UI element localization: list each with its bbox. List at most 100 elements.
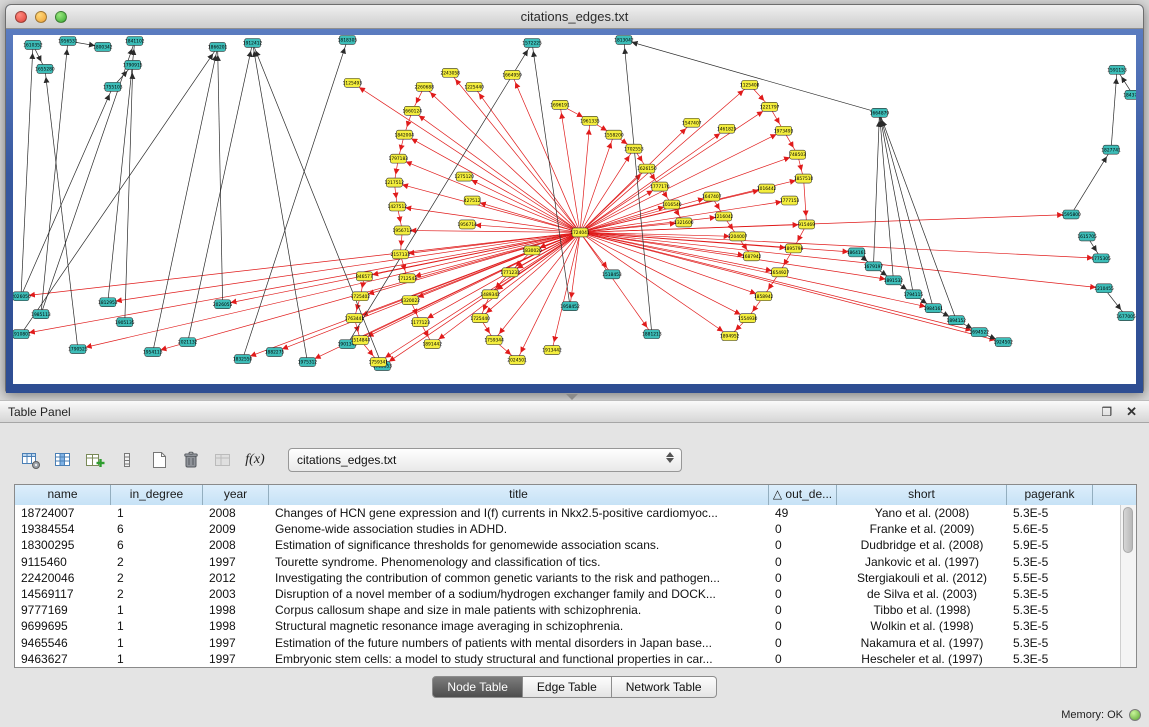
network-node[interactable]: 1547407 (682, 118, 702, 127)
column-header-name[interactable]: name (15, 485, 111, 505)
network-node[interactable]: 2157133 (391, 250, 411, 259)
network-node[interactable]: 1777153 (780, 196, 800, 205)
network-node[interactable]: 1924502 (993, 338, 1013, 347)
network-node[interactable]: 1724041 (570, 228, 590, 237)
network-node[interactable]: 1961335 (580, 116, 600, 125)
function-builder-button[interactable]: f(x) (242, 448, 268, 472)
table-row[interactable]: 977716911998Corpus callosum shape and si… (15, 602, 1121, 618)
network-node[interactable]: 1518453 (602, 270, 622, 279)
network-node[interactable]: 1891442 (422, 340, 442, 349)
network-node[interactable]: 1827741 (1101, 145, 1121, 154)
network-node[interactable]: 1514844 (351, 336, 371, 345)
network-node[interactable]: 2024501 (507, 356, 527, 365)
network-node[interactable]: 1771233 (500, 268, 520, 277)
network-node[interactable]: 1664879 (870, 108, 890, 117)
new-table-button[interactable] (146, 448, 172, 472)
table-row[interactable]: 969969511998Structural magnetic resonanc… (15, 618, 1121, 634)
network-node[interactable]: 1755103 (103, 82, 123, 91)
network-node[interactable]: 1956531 (58, 36, 78, 45)
network-node[interactable]: 1956713 (393, 226, 413, 235)
network-node[interactable]: 2243058 (440, 68, 460, 77)
network-node[interactable]: 1956714 (457, 220, 477, 229)
network-node[interactable]: 1615705 (1077, 232, 1097, 241)
network-node[interactable]: 1858942 (754, 292, 774, 301)
network-node[interactable]: 1664959 (502, 70, 522, 79)
network-node[interactable]: 1905135 (115, 318, 135, 327)
network-node[interactable]: 946577 (356, 272, 373, 281)
network-node[interactable]: 1725440 (470, 314, 490, 323)
scrollbar-thumb[interactable] (1123, 507, 1133, 553)
network-node[interactable]: 1217512 (385, 178, 405, 187)
network-node[interactable]: 1910801 (13, 330, 31, 339)
network-node[interactable]: 2021132 (178, 338, 198, 347)
network-node[interactable]: 427512 (464, 196, 481, 205)
network-node[interactable]: 1895794 (784, 244, 804, 253)
network-node[interactable]: 1679197 (864, 262, 884, 271)
network-node[interactable]: 1763441 (345, 314, 365, 323)
network-node[interactable]: 1610352 (23, 40, 43, 49)
delete-column-button[interactable] (114, 448, 140, 472)
network-node[interactable]: 1894952 (720, 332, 740, 341)
network-node[interactable]: 1794115 (904, 290, 924, 299)
table-row[interactable]: 946554611997Estimation of the future num… (15, 635, 1121, 651)
network-node[interactable]: 1954113 (143, 348, 163, 357)
network-node[interactable]: 2026050 (13, 292, 31, 301)
network-node[interactable]: 2026055 (213, 300, 233, 309)
network-node[interactable]: 1759344 (484, 336, 504, 345)
network-canvas[interactable]: 1610352195653118003421790915165528018662… (13, 35, 1136, 384)
table-row[interactable]: 1872400712008Changes of HCN gene express… (15, 505, 1121, 521)
table-row[interactable]: 2242004622012Investigating the contribut… (15, 570, 1121, 586)
network-node[interactable]: 1984161 (924, 304, 944, 313)
column-header-pagerank[interactable]: pagerank (1007, 485, 1093, 505)
column-header-year[interactable]: year (203, 485, 269, 505)
network-node[interactable]: 1790525 (68, 345, 88, 354)
network-node[interactable]: 1654927 (770, 268, 790, 277)
network-node[interactable]: 1677005 (1116, 312, 1136, 321)
network-node[interactable]: 1655280 (35, 64, 55, 73)
table-vertical-scrollbar[interactable] (1120, 505, 1136, 667)
network-node[interactable]: 1891532 (884, 276, 904, 285)
network-node[interactable]: 1712543 (398, 274, 418, 283)
network-node[interactable]: 1647407 (702, 192, 722, 201)
network-node[interactable]: 1321600 (674, 218, 694, 227)
network-node[interactable]: 1125493 (343, 78, 363, 87)
network-node[interactable]: 1225440 (464, 82, 484, 91)
network-node[interactable]: 1759341 (369, 358, 389, 367)
network-node[interactable]: 1489342 (480, 290, 500, 299)
network-node[interactable]: 1016442 (757, 184, 777, 193)
network-node[interactable]: 1800342 (93, 42, 113, 51)
network-node[interactable]: 1775305 (1091, 254, 1111, 263)
network-node[interactable]: 1177123 (411, 318, 431, 327)
network-node[interactable]: 1830020 (522, 246, 542, 255)
network-node[interactable]: 1812953 (98, 298, 118, 307)
column-header-out_de[interactable]: △ out_de... (769, 485, 837, 505)
network-node[interactable]: 1881213 (642, 330, 662, 339)
network-node[interactable]: 748503 (789, 150, 806, 159)
table-row[interactable]: 1456911722003Disruption of a novel membe… (15, 586, 1121, 602)
network-node[interactable]: 1572225 (522, 38, 542, 47)
import-table-button[interactable] (210, 448, 236, 472)
create-column-button[interactable] (82, 448, 108, 472)
network-node[interactable]: 1320022 (401, 296, 421, 305)
tab-node-table[interactable]: Node Table (432, 676, 523, 698)
network-node[interactable]: 1866201 (208, 42, 228, 51)
network-node[interactable]: 1461823 (717, 124, 737, 133)
tab-edge-table[interactable]: Edge Table (523, 676, 612, 698)
column-header-title[interactable]: title (269, 485, 769, 505)
network-node[interactable]: 1842004 (395, 130, 415, 139)
table-row[interactable]: 1938455462009Genome-wide association stu… (15, 521, 1121, 537)
network-node[interactable]: 1694522 (970, 328, 990, 337)
network-node[interactable]: 1595800 (1061, 210, 1081, 219)
table-row[interactable]: 911546021997Tourette syndrome. Phenomeno… (15, 554, 1121, 570)
network-node[interactable]: 1973493 (774, 126, 794, 135)
table-selector-dropdown[interactable]: citations_edges.txt (288, 448, 682, 472)
close-panel-icon[interactable]: ✕ (1126, 406, 1137, 418)
network-node[interactable]: 1210455 (1094, 284, 1114, 293)
network-node[interactable]: 1832550 (233, 355, 253, 364)
column-header-in_degree[interactable]: in_degree (111, 485, 203, 505)
network-node[interactable]: 1626150 (637, 164, 657, 173)
network-node[interactable]: 1275120 (454, 172, 474, 181)
network-node[interactable]: 1818305 (338, 35, 358, 44)
network-node[interactable]: 1958452 (560, 302, 580, 311)
network-node[interactable]: 1912412 (243, 38, 263, 47)
